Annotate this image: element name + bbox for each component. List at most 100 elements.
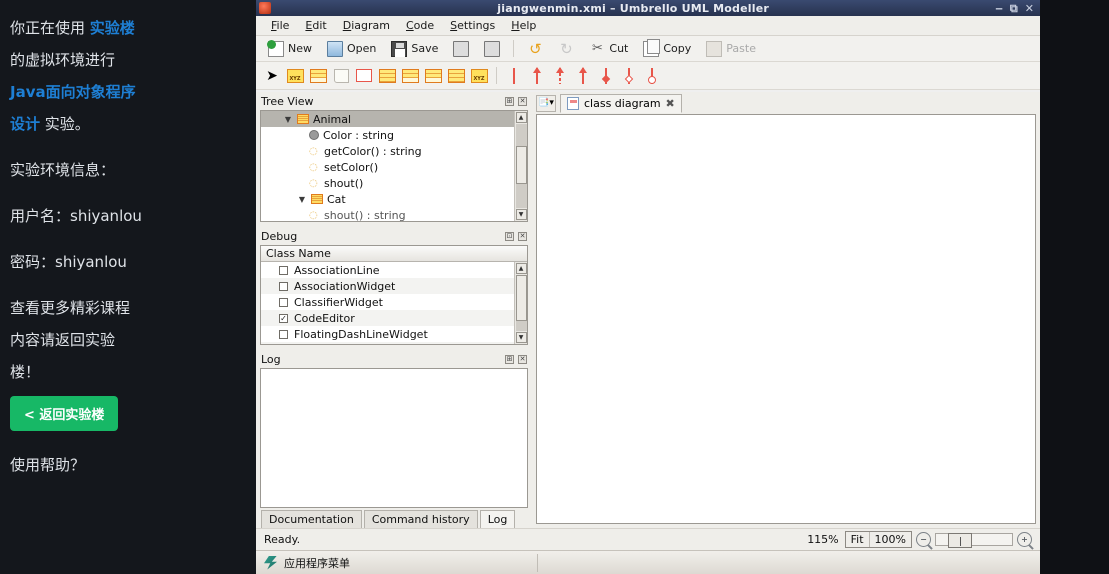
box-tool[interactable] [354, 67, 374, 85]
zoom-fit-button[interactable]: Fit [846, 532, 869, 547]
application-menu-label[interactable]: 应用程序菜单 [284, 555, 350, 571]
menu-code[interactable]: Code [399, 17, 441, 34]
close-button[interactable]: ✕ [518, 96, 527, 106]
tree-view-list[interactable]: ▼ Animal Color : string ◌ getColor() : s… [261, 111, 514, 221]
tree-item-getcolor[interactable]: ◌ getColor() : string [261, 143, 514, 159]
list-item[interactable]: ClassifierWidget [261, 294, 514, 310]
tab-command-history[interactable]: Command history [363, 510, 478, 528]
composition-tool[interactable] [596, 67, 616, 85]
float-button[interactable]: ⊡ [505, 231, 514, 241]
scrollbar-track[interactable] [515, 124, 527, 208]
menu-settings[interactable]: Settings [443, 17, 502, 34]
save-button[interactable]: Save [385, 38, 444, 60]
menu-file[interactable]: FFileile [264, 17, 296, 34]
close-button[interactable]: ✕ [518, 354, 527, 364]
containment-tool[interactable] [642, 67, 662, 85]
env-info-label: 实验环境信息： [10, 161, 116, 179]
lab-info-panel: 你正在使用 实验楼 的虚拟环境进行 Java面向对象程序 设计 实验。 实验环境… [0, 0, 256, 574]
checkbox-icon[interactable] [279, 329, 288, 339]
list-item[interactable]: FloatingTextWidget [261, 342, 514, 344]
datatype-icon [424, 68, 442, 83]
enum-tool[interactable] [446, 67, 466, 85]
scrollbar-track[interactable] [515, 275, 527, 331]
window-titlebar[interactable]: jiangwenmin.xmi – Umbrello UML Modeller … [256, 0, 1040, 16]
tree-view-body: ▼ Animal Color : string ◌ getColor() : s… [260, 110, 528, 222]
list-item[interactable]: ✓ CodeEditor [261, 310, 514, 326]
log-titlebar: Log ⊞ ✕ [256, 350, 532, 368]
zoom-slider[interactable] [935, 533, 1013, 548]
new-button[interactable]: New [262, 38, 318, 60]
close-button[interactable]: ✕ [518, 231, 527, 241]
close-icon[interactable]: ✕ [1025, 3, 1034, 14]
zoom-reset-button[interactable]: 100% [868, 532, 911, 547]
restore-icon[interactable]: ⧉ [1010, 3, 1018, 14]
minimize-icon[interactable]: ‒ [995, 3, 1003, 14]
menu-edit[interactable]: Edit [298, 17, 333, 34]
diagram-canvas[interactable]: Animal - Color : string + setColor() + g… [536, 114, 1036, 524]
tree-view-scrollbar[interactable]: ▲ ▼ [514, 111, 527, 221]
cut-button[interactable]: ✂ Cut [583, 38, 634, 60]
select-tool[interactable]: ➤ [262, 67, 282, 85]
checkbox-icon[interactable] [279, 265, 288, 275]
tree-item-label: shout() [324, 176, 364, 190]
diagram-tab-class-diagram[interactable]: class diagram ✖ [560, 93, 682, 113]
menu-diagram[interactable]: Diagram [336, 17, 397, 34]
undo-button[interactable]: ↺ [521, 38, 549, 60]
zoom-in-icon[interactable]: + [1017, 532, 1032, 547]
open-button[interactable]: Open [321, 38, 382, 60]
expander-icon[interactable]: ▼ [283, 115, 293, 124]
scroll-down-arrow[interactable]: ▼ [515, 332, 527, 343]
float-button[interactable]: ⊞ [505, 96, 514, 106]
checkbox-icon[interactable] [279, 297, 288, 307]
scroll-up-arrow[interactable]: ▲ [515, 112, 527, 123]
aggregation-tool[interactable] [619, 67, 639, 85]
redo-button[interactable]: ↻ [552, 38, 580, 60]
checkbox-icon[interactable] [279, 281, 288, 291]
generalization-tool[interactable] [573, 66, 593, 85]
tab-menu-icon[interactable]: 📑▾ [536, 94, 556, 112]
application-menu-icon[interactable] [264, 555, 277, 570]
package-xyz-tool[interactable]: XYZ [469, 67, 489, 85]
tree-item-cat-shout[interactable]: ◌ shout() : string [261, 207, 514, 222]
float-button[interactable]: ⊞ [505, 354, 514, 364]
dependency-tool[interactable] [550, 66, 570, 85]
datatype-tool[interactable] [423, 67, 443, 85]
debug-scrollbar[interactable]: ▲ ▼ [514, 262, 527, 344]
list-item[interactable]: FloatingDashLineWidget [261, 326, 514, 342]
tree-item-animal[interactable]: ▼ Animal [261, 111, 514, 127]
scroll-up-arrow[interactable]: ▲ [515, 263, 527, 274]
object-tool[interactable]: XYZ [285, 67, 305, 85]
zoom-slider-handle[interactable] [948, 533, 972, 548]
directed-association-tool[interactable] [527, 66, 547, 85]
checkbox-checked-icon[interactable]: ✓ [279, 313, 288, 323]
log-body[interactable] [260, 368, 528, 508]
paste-button[interactable]: Paste [700, 38, 762, 60]
tab-documentation[interactable]: Documentation [261, 510, 362, 528]
tree-item-color[interactable]: Color : string [261, 127, 514, 143]
interface-tool[interactable] [400, 67, 420, 85]
list-item[interactable]: AssociationWidget [261, 278, 514, 294]
list-item[interactable]: AssociationLine [261, 262, 514, 278]
scrollbar-thumb[interactable] [515, 146, 527, 184]
class-tool[interactable] [377, 67, 397, 85]
help-link[interactable]: 使用帮助？ [10, 451, 246, 479]
debug-column-header[interactable]: Class Name [261, 246, 527, 262]
note-tool[interactable] [331, 67, 351, 85]
copy-button[interactable]: Copy [637, 38, 697, 60]
print-preview-button[interactable] [478, 38, 506, 60]
menu-help[interactable]: Help [504, 17, 543, 34]
tab-log[interactable]: Log [479, 510, 516, 528]
scroll-down-arrow[interactable]: ▼ [515, 209, 527, 220]
package-tool[interactable] [308, 67, 328, 85]
debug-class-list[interactable]: AssociationLine AssociationWidget Classi… [261, 262, 514, 344]
close-icon[interactable]: ✖ [666, 97, 675, 110]
tree-item-cat[interactable]: ▼ Cat [261, 191, 514, 207]
scrollbar-thumb[interactable] [515, 275, 527, 321]
tree-item-setcolor[interactable]: ◌ setColor() [261, 159, 514, 175]
expander-icon[interactable]: ▼ [297, 195, 307, 204]
zoom-out-icon[interactable]: − [916, 532, 931, 547]
back-to-lab-button[interactable]: < 返回实验楼 [10, 396, 119, 431]
tree-item-shout[interactable]: ◌ shout() [261, 175, 514, 191]
print-button[interactable] [447, 38, 475, 60]
association-tool[interactable] [504, 67, 524, 85]
